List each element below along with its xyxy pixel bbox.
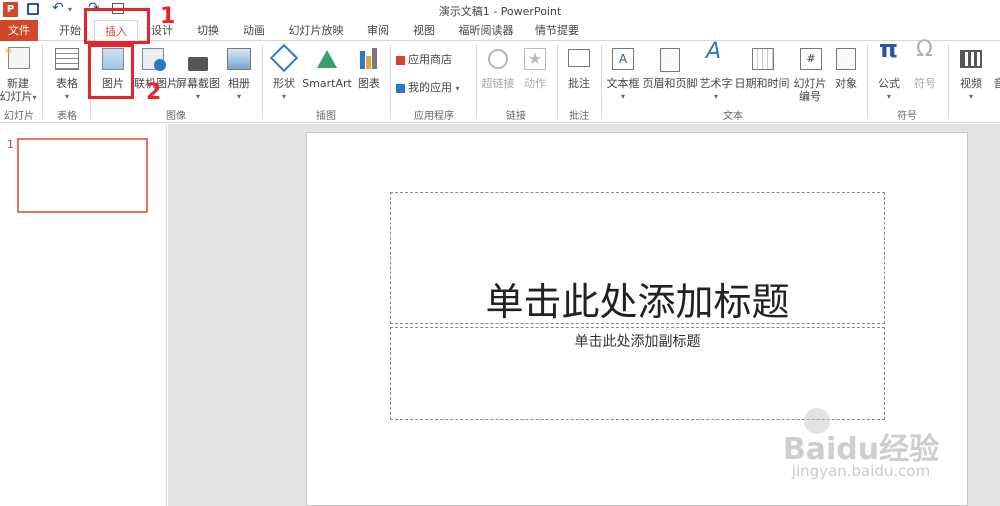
new-slide-button[interactable]: ✳ 新建 幻灯片▾ <box>0 45 37 105</box>
video-button[interactable]: 视频 ▾ <box>954 45 988 105</box>
annotation-number-1: 1 <box>160 4 176 29</box>
group-label-symbols: 符号 <box>897 111 917 122</box>
chart-icon <box>360 51 365 69</box>
group-label-comments: 批注 <box>569 111 589 122</box>
comment-button[interactable]: 批注 <box>562 45 596 105</box>
title-bar: P ↶ ▾ ↷ 演示文稿1 - PowerPoint <box>0 0 1000 20</box>
header-footer-icon <box>660 48 680 72</box>
tab-slideshow[interactable]: 幻灯片放映 <box>280 20 352 41</box>
group-label-links: 链接 <box>506 111 526 122</box>
tab-view[interactable]: 视图 <box>404 20 444 41</box>
object-button[interactable]: 对象 <box>830 45 862 105</box>
hyperlink-button[interactable]: 超链接 <box>480 45 516 105</box>
tab-foxit[interactable]: 福昕阅读器 <box>450 20 522 41</box>
group-label-illustrations: 插图 <box>316 111 336 122</box>
subtitle-placeholder[interactable]: 单击此处添加副标题 <box>390 327 885 420</box>
wordart-icon: A <box>706 39 722 64</box>
ribbon-tabs: 文件 开始 插入 设计 切换 动画 幻灯片放映 审阅 视图 福昕阅读器 情节提要 <box>0 20 1000 42</box>
comment-icon <box>568 49 590 67</box>
screenshot-icon <box>188 57 208 71</box>
group-label-apps: 应用程序 <box>414 111 454 122</box>
subtitle-placeholder-text: 单击此处添加副标题 <box>574 334 701 350</box>
wordart-button[interactable]: A 艺术字 ▾ <box>698 39 734 105</box>
table-button[interactable]: 表格 ▾ <box>48 45 86 105</box>
slide-thumbnail[interactable] <box>17 138 148 213</box>
equation-button[interactable]: π 公式 ▾ <box>872 35 906 105</box>
photo-album-button[interactable]: 相册 ▾ <box>222 45 256 105</box>
store-icon <box>396 55 405 65</box>
object-icon <box>836 48 856 70</box>
hyperlink-icon <box>488 49 508 69</box>
pi-icon: π <box>879 35 898 63</box>
slide-number-icon: # <box>800 48 822 70</box>
smartart-icon <box>317 50 337 68</box>
screenshot-button[interactable]: 屏幕截图 ▾ <box>176 45 220 105</box>
tab-review[interactable]: 审阅 <box>358 20 398 41</box>
title-placeholder[interactable]: 单击此处添加标题 <box>390 192 885 324</box>
slide-editor-area: 单击此处添加标题 单击此处添加副标题 Baidu经验 jingyan.baidu… <box>168 124 1000 506</box>
tab-storyboard[interactable]: 情节提要 <box>528 20 586 41</box>
window-title: 演示文稿1 - PowerPoint <box>438 5 562 18</box>
tab-animations[interactable]: 动画 <box>234 20 274 41</box>
title-placeholder-text: 单击此处添加标题 <box>485 280 790 324</box>
group-label-images: 图像 <box>166 111 186 122</box>
textbox-button[interactable]: A 文本框 ▾ <box>604 45 642 105</box>
table-icon <box>55 48 79 70</box>
app-store-button[interactable]: 应用商店 <box>396 53 462 69</box>
annotation-box-picture-button <box>88 44 134 99</box>
datetime-button[interactable]: 日期和时间 <box>734 45 790 105</box>
thumbnail-number: 1 <box>7 138 14 151</box>
chart-button[interactable]: 图表 <box>354 45 384 105</box>
annotation-box-insert-tab <box>84 8 150 44</box>
omega-icon: Ω <box>916 37 933 62</box>
my-apps-icon <box>396 83 405 93</box>
calendar-icon <box>752 48 774 70</box>
header-footer-button[interactable]: 页眉和页脚 <box>642 45 698 105</box>
textbox-icon: A <box>612 48 634 70</box>
group-label-slides: 幻灯片 <box>4 111 34 122</box>
symbol-button[interactable]: Ω 符号 <box>908 37 942 105</box>
action-icon: ★ <box>524 48 546 70</box>
video-icon <box>960 50 982 68</box>
shapes-button[interactable]: 形状 ▾ <box>268 43 300 105</box>
annotation-number-2: 2 <box>146 80 162 105</box>
tab-transitions[interactable]: 切换 <box>188 20 228 41</box>
baidu-watermark: Baidu经验 jingyan.baidu.com <box>736 408 986 486</box>
audio-button[interactable]: 音 <box>992 45 1000 105</box>
photo-album-icon <box>227 48 251 70</box>
tab-file[interactable]: 文件 <box>0 20 38 41</box>
slide-thumbnail-pane: 1 <box>0 124 167 506</box>
action-button[interactable]: ★ 动作 <box>518 45 552 105</box>
slide-number-button[interactable]: # 幻灯片 编号 <box>790 45 830 105</box>
shapes-icon <box>269 43 299 73</box>
group-label-text: 文本 <box>723 111 743 122</box>
my-apps-button[interactable]: 我的应用 ▾ <box>396 81 472 97</box>
smartart-button[interactable]: SmartArt <box>302 45 352 105</box>
group-label-tables: 表格 <box>57 111 77 122</box>
